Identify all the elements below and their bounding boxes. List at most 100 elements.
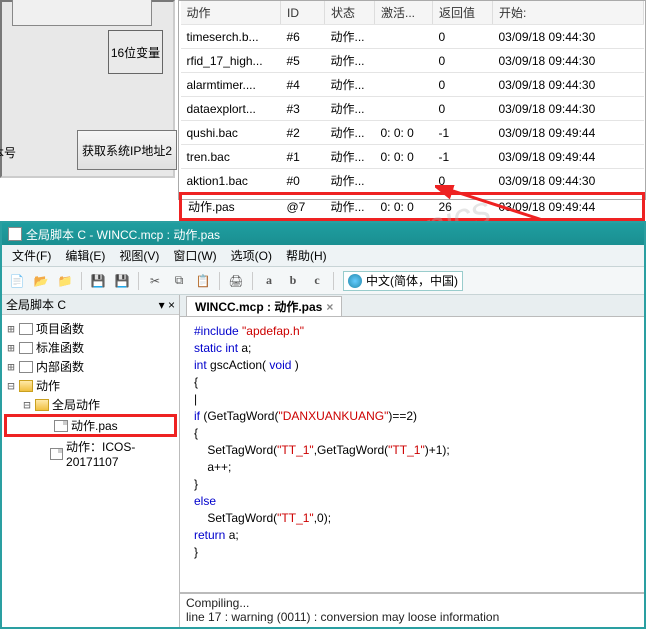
cell-trigger: 0: 0: 0 — [375, 194, 433, 220]
table-header-row: 动作 ID 状态 激活... 返回值 开始: — [181, 1, 644, 25]
cell-ret: 26 — [433, 194, 493, 220]
table-row[interactable]: tren.bac#1动作...0: 0: 0-103/09/18 09:49:4… — [181, 145, 644, 169]
get-system-ip-button[interactable]: 获取系统IP地址2 — [77, 130, 177, 170]
editor-tab[interactable]: WINCC.mcp : 动作.pas × — [186, 296, 342, 316]
cell-status: 动作... — [325, 25, 375, 49]
menu-window[interactable]: 窗口(W) — [167, 245, 222, 266]
table-row[interactable]: qushi.bac#2动作...0: 0: 0-103/09/18 09:49:… — [181, 121, 644, 145]
col-start[interactable]: 开始: — [493, 1, 644, 25]
app-icon — [8, 227, 22, 241]
code-editor[interactable]: #include "apdefap.h"static int a;int gsc… — [180, 317, 644, 593]
cell-ret: 0 — [433, 25, 493, 49]
cell-action: 动作.pas — [181, 194, 281, 220]
save-all-icon[interactable]: 💾 — [111, 270, 133, 292]
cell-id: #3 — [281, 97, 325, 121]
var16-button[interactable]: 16位变量 — [108, 30, 163, 74]
cell-ret: 0 — [433, 49, 493, 73]
col-action[interactable]: 动作 — [181, 1, 281, 25]
parent-icon[interactable]: 📁 — [54, 270, 76, 292]
tree-view[interactable]: ⊞项目函数 ⊞标准函数 ⊞内部函数 ⊟动作 ⊟全局动作 动作.pas 动作：IC… — [2, 315, 179, 627]
menu-options[interactable]: 选项(O) — [225, 245, 278, 266]
col-trigger[interactable]: 激活... — [375, 1, 433, 25]
tag-c-icon[interactable]: c — [306, 270, 328, 292]
cell-status: 动作... — [325, 49, 375, 73]
cell-action: tren.bac — [181, 145, 281, 169]
cell-action: qushi.bac — [181, 121, 281, 145]
tree-project-fn[interactable]: ⊞项目函数 — [4, 319, 177, 338]
save-icon[interactable]: 💾 — [87, 270, 109, 292]
cell-action: aktion1.bac — [181, 169, 281, 194]
window-title: 全局脚本 C - WINCC.mcp : 动作.pas — [26, 226, 220, 243]
tree-internal-fn[interactable]: ⊞内部函数 — [4, 357, 177, 376]
table-row[interactable]: rfid_17_high...#5动作...003/09/18 09:44:30 — [181, 49, 644, 73]
sidebar-title: 全局脚本 C — [6, 296, 66, 313]
globe-icon — [348, 274, 362, 288]
cut-icon[interactable]: ✂ — [144, 270, 166, 292]
col-return[interactable]: 返回值 — [433, 1, 493, 25]
cell-status: 动作... — [325, 194, 375, 220]
language-combo[interactable]: 中文(简体，中国) — [343, 271, 463, 291]
col-id[interactable]: ID — [281, 1, 325, 25]
file-icon — [54, 420, 68, 432]
sidebar-dropdown-icon[interactable]: ▾ × — [159, 298, 175, 312]
tag-b-icon[interactable]: b — [282, 270, 304, 292]
cell-trigger: 0: 0: 0 — [375, 121, 433, 145]
cell-id: #0 — [281, 169, 325, 194]
cell-id: #5 — [281, 49, 325, 73]
tab-label: WINCC.mcp : 动作.pas — [195, 298, 322, 315]
menu-help[interactable]: 帮助(H) — [280, 245, 333, 266]
cell-start: 03/09/18 09:44:30 — [493, 25, 644, 49]
cell-trigger — [375, 169, 433, 194]
cell-action: rfid_17_high... — [181, 49, 281, 73]
cell-trigger — [375, 73, 433, 97]
menu-view[interactable]: 视图(V) — [113, 245, 165, 266]
titlebar[interactable]: 全局脚本 C - WINCC.mcp : 动作.pas — [2, 223, 644, 245]
cell-action: alarmtimer.... — [181, 73, 281, 97]
output-pane[interactable]: Compiling... line 17 : warning (0011) : … — [180, 593, 644, 627]
copy-icon[interactable]: ⧉ — [168, 270, 190, 292]
cell-status: 动作... — [325, 169, 375, 194]
cell-ret: -1 — [433, 121, 493, 145]
tree-icos-action[interactable]: 动作：ICOS-20171107 — [4, 437, 177, 470]
table-row[interactable]: aktion1.bac#0动作...003/09/18 09:44:30 — [181, 169, 644, 194]
folder-icon — [19, 323, 33, 335]
language-label: 中文(简体，中国) — [366, 272, 458, 289]
new-icon[interactable]: 📄 — [6, 270, 28, 292]
file-icon — [50, 448, 63, 460]
cell-start: 03/09/18 09:49:44 — [493, 145, 644, 169]
cell-action: timeserch.b... — [181, 25, 281, 49]
tree-global-actions[interactable]: ⊟全局动作 — [4, 395, 177, 414]
tree-standard-fn[interactable]: ⊞标准函数 — [4, 338, 177, 357]
row-label: 本号 — [0, 144, 16, 161]
script-editor-window: 全局脚本 C - WINCC.mcp : 动作.pas 文件(F) 编辑(E) … — [0, 221, 646, 629]
folder-icon — [19, 380, 33, 392]
cell-trigger: 0: 0: 0 — [375, 145, 433, 169]
sidebar: 全局脚本 C ▾ × ⊞项目函数 ⊞标准函数 ⊞内部函数 ⊟动作 ⊟全局动作 动… — [2, 295, 180, 627]
cell-id: #2 — [281, 121, 325, 145]
cell-status: 动作... — [325, 73, 375, 97]
folder-icon — [35, 399, 49, 411]
menu-file[interactable]: 文件(F) — [6, 245, 57, 266]
table-row[interactable]: alarmtimer....#4动作...003/09/18 09:44:30 — [181, 73, 644, 97]
open-icon[interactable]: 📂 — [30, 270, 52, 292]
tag-a-icon[interactable]: a — [258, 270, 280, 292]
tree-actions[interactable]: ⊟动作 — [4, 376, 177, 395]
table-row[interactable]: dataexplort...#3动作...003/09/18 09:44:30 — [181, 97, 644, 121]
cell-start: 03/09/18 09:49:44 — [493, 194, 644, 220]
close-icon[interactable]: × — [326, 300, 333, 314]
cell-trigger — [375, 49, 433, 73]
cell-status: 动作... — [325, 145, 375, 169]
table-row[interactable]: timeserch.b...#6动作...003/09/18 09:44:30 — [181, 25, 644, 49]
action-status-table[interactable]: 动作 ID 状态 激活... 返回值 开始: timeserch.b...#6动… — [178, 0, 646, 200]
tree-pas-file[interactable]: 动作.pas — [4, 414, 177, 437]
unnamed-frame — [12, 0, 152, 26]
col-status[interactable]: 状态 — [325, 1, 375, 25]
print-icon[interactable]: 🖨 — [225, 270, 247, 292]
cell-trigger — [375, 25, 433, 49]
menu-edit[interactable]: 编辑(E) — [59, 245, 111, 266]
cell-id: #4 — [281, 73, 325, 97]
table-row[interactable]: 动作.pas@7动作...0: 0: 02603/09/18 09:49:44 — [181, 194, 644, 220]
paste-icon[interactable]: 📋 — [192, 270, 214, 292]
cell-ret: 0 — [433, 73, 493, 97]
cell-action: dataexplort... — [181, 97, 281, 121]
